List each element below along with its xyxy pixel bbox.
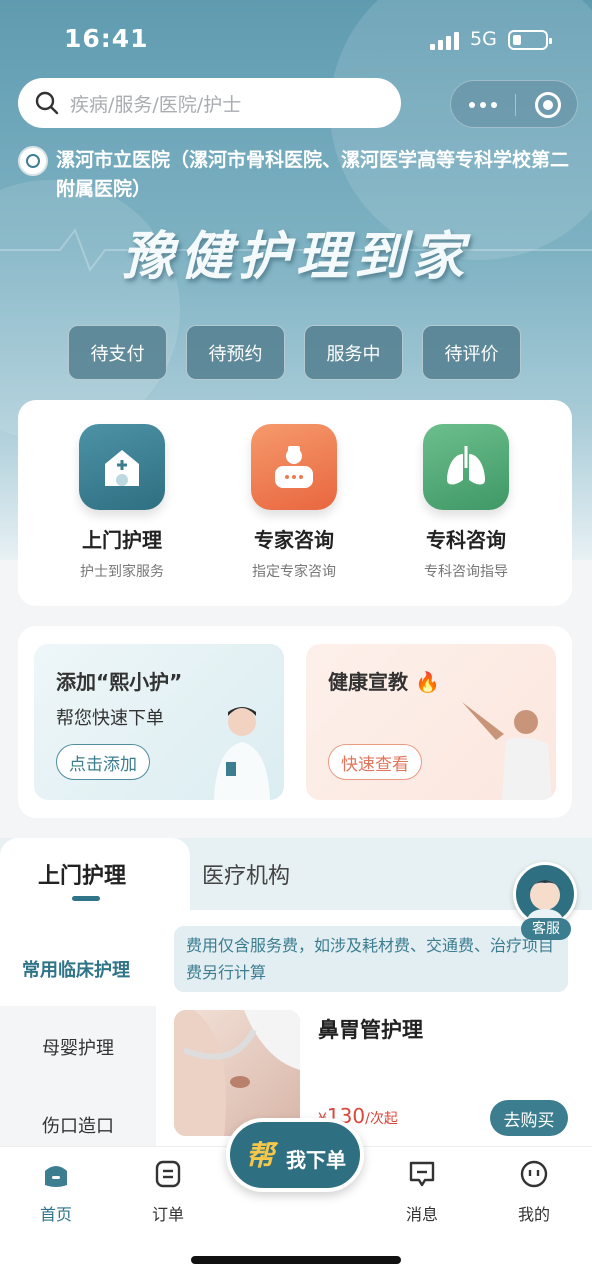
pill-pending-appointment[interactable]: 待预约 [186,325,285,380]
more-menu-button[interactable] [469,102,497,108]
man-illustration [462,702,552,800]
promo-subtitle: 帮您快速下单 [56,708,164,729]
category-tabs: 上门护理 医疗机构 [0,838,592,910]
tabbar-home[interactable]: 首页 [16,1159,96,1225]
tab-home-nursing-label[interactable]: 上门护理 [38,858,126,890]
battery-icon [508,30,552,50]
search-icon [35,91,59,115]
promo-title: 添加“熙小护” [56,670,183,694]
service-subtitle: 专科咨询指导 [424,564,508,580]
service-subtitle: 护士到家服务 [80,564,164,580]
tabbar-messages[interactable]: 消息 [382,1159,462,1225]
search-placeholder: 疾病/服务/医院/护士 [70,93,242,116]
hospital-logo [18,146,48,176]
tabbar-label: 订单 [151,1205,184,1224]
quick-view-button[interactable]: 快速查看 [328,744,422,780]
home-indicator [191,1256,401,1264]
tabbar-label: 我的 [517,1205,550,1224]
service-list-area: 常用临床护理 母婴护理 伤口造口 费用仅含服务费，如涉及耗材费、交通费、治疗项目… [0,910,592,1150]
search-input[interactable]: 疾病/服务/医院/护士 [18,78,401,128]
pill-pending-payment[interactable]: 待支付 [68,325,167,380]
tab-medical-institutions[interactable]: 医疗机构 [202,858,290,890]
tabbar-mine[interactable]: 我的 [494,1159,574,1225]
service-home-nursing[interactable]: 上门护理 护士到家服务 [37,424,207,581]
promo-health-education[interactable]: 健康宣教 🔥 快速查看 [306,644,556,800]
pill-pending-review[interactable]: 待评价 [422,325,521,380]
promo-title: 健康宣教 🔥 [328,670,440,694]
order-status-pills: 待支付 待预约 服务中 待评价 [68,325,521,380]
service-expert-consult[interactable]: 专家咨询 指定专家咨询 [209,424,379,581]
tabbar-label: 消息 [405,1205,438,1224]
service-title: 专科咨询 [426,528,506,552]
profile-icon [520,1160,548,1188]
fire-icon: 🔥 [414,670,440,694]
sidebar-item-maternal-infant[interactable]: 母婴护理 [42,1034,114,1060]
customer-service-label: 客服 [521,918,571,940]
status-bar: 16:41 5G [0,22,592,56]
slogan-title: 豫健护理到家 [121,226,470,287]
network-label: 5G [470,28,497,50]
hospital-name: 漯河市立医院（漯河市骨科医院、漯河医学高等专科学校第二附属医院） [56,149,570,200]
promo-add-assistant[interactable]: 添加“熙小护” 帮您快速下单 点击添加 [34,644,284,800]
service-subtitle: 指定专家咨询 [252,564,336,580]
signal-icon [430,32,459,50]
place-order-label: 我下单 [286,1148,346,1172]
sidebar-item-common-clinical[interactable]: 常用临床护理 [22,956,130,982]
promo-card: 添加“熙小护” 帮您快速下单 点击添加 健康宣教 🔥 快速查看 [18,626,572,818]
orders-icon [155,1160,181,1188]
tab-active-indicator [72,896,100,901]
fee-notice: 费用仅含服务费，如涉及耗材费、交通费、治疗项目费另行计算 [174,926,568,992]
doctor-icon [251,424,337,510]
category-sidebar: 常用临床护理 母婴护理 伤口造口 [0,910,156,1150]
buy-button[interactable]: 去购买 [490,1100,568,1136]
nurse-illustration [214,707,270,800]
message-icon [409,1161,435,1187]
tabbar-orders[interactable]: 订单 [128,1159,208,1225]
lungs-icon [423,424,509,510]
help-mark: 帮 [246,1139,275,1172]
price-unit: /次起 [365,1111,398,1127]
service-specialty-consult[interactable]: 专科咨询 专科咨询指导 [381,424,551,581]
customer-service-avatar-icon [513,862,577,926]
services-card: 上门护理 护士到家服务 专家咨询 指定专家咨询 专科咨询 专科咨询指导 [18,400,572,606]
sidebar-item-wound-stoma[interactable]: 伤口造口 [42,1112,114,1138]
add-assistant-button[interactable]: 点击添加 [56,744,150,780]
home-icon [45,1166,67,1187]
place-order-button[interactable]: 帮 我下单 [226,1118,364,1192]
pill-in-service[interactable]: 服务中 [304,325,403,380]
close-miniprogram-button[interactable] [535,92,561,118]
service-title: 专家咨询 [254,528,334,552]
miniprogram-capsule [450,80,578,128]
capsule-divider [515,94,516,116]
tabbar-label: 首页 [39,1205,72,1224]
clock: 16:41 [64,24,149,53]
home-plus-icon [79,424,165,510]
customer-service-button[interactable]: 客服 [511,862,579,940]
product-name[interactable]: 鼻胃管护理 [318,1014,423,1044]
service-title: 上门护理 [82,528,162,552]
